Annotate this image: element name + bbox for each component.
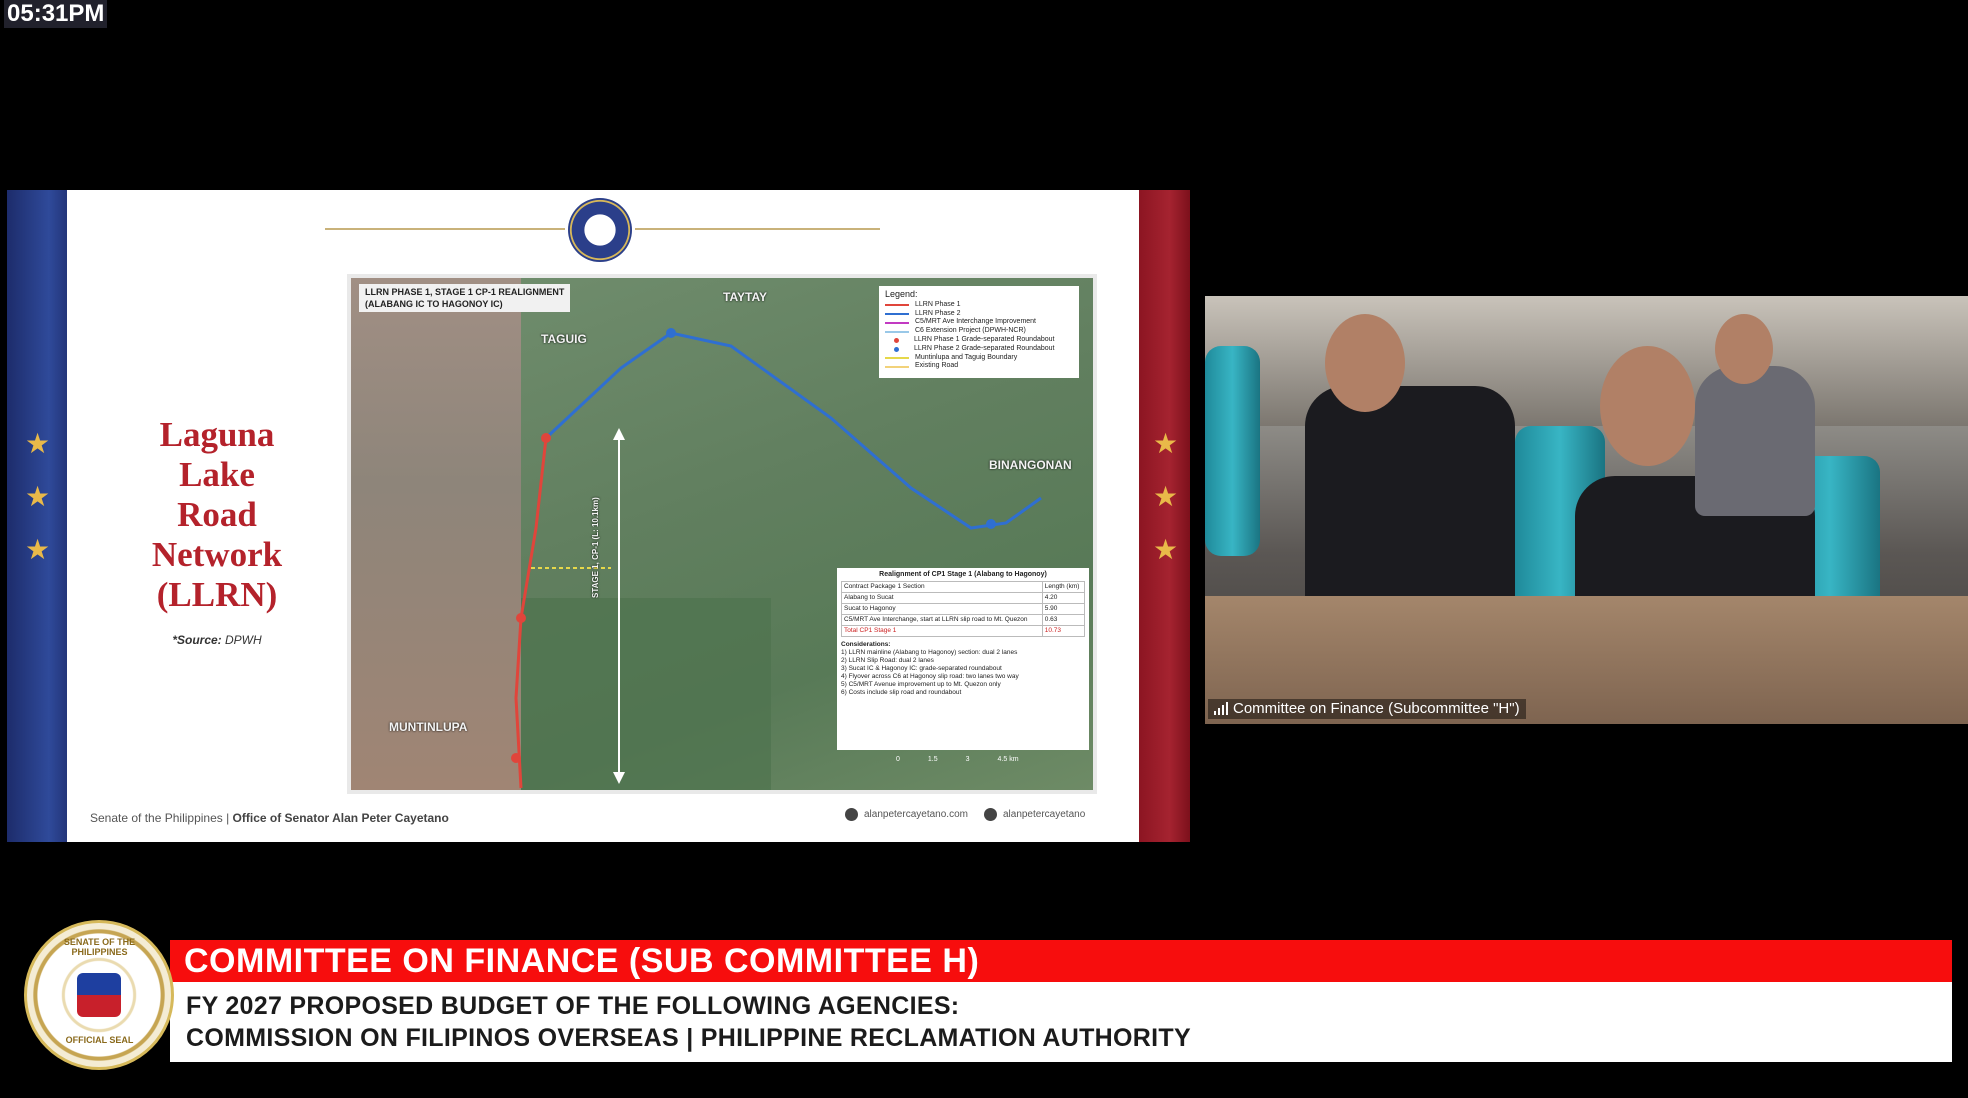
table-row-total: Total CP1 Stage 1 10.73 xyxy=(841,625,1086,637)
considerations-title: Considerations: xyxy=(841,641,891,648)
table-row: C5/MRT Ave Interchange, start at LLRN sl… xyxy=(841,614,1086,626)
video-person-background-head xyxy=(1715,314,1773,384)
legend-row: LLRN Phase 2 Grade-separated Roundabout xyxy=(885,345,1073,354)
star-icon: ★ xyxy=(1153,533,1179,566)
footer-office: Office of Senator Alan Peter Cayetano xyxy=(232,811,449,825)
star-icon: ★ xyxy=(1153,480,1179,513)
length-table: Contract Package 1 Section Length (km) A… xyxy=(841,581,1086,637)
footer-org: Senate of the Philippines | xyxy=(90,811,233,825)
phase1-route xyxy=(514,437,548,789)
seal-top-text: SENATE OF THE PHILIPPINES xyxy=(63,937,136,957)
map-title: LLRN PHASE 1, STAGE 1 CP-1 REALIGNMENT (… xyxy=(359,284,571,312)
map-scale: 0 1.5 3 4.5 km xyxy=(896,756,1019,763)
source-value: DPWH xyxy=(225,633,262,647)
alabang-ic-marker xyxy=(511,753,521,763)
consideration-item: 1) LLRN mainline (Alabang to Hagonoy) se… xyxy=(841,649,1018,656)
presentation-slide: ★ ★ ★ ★ ★ ★ Laguna Lake Road Network (LL… xyxy=(7,190,1190,842)
video-person-left-head xyxy=(1325,314,1405,412)
consideration-item: 2) LLRN Slip Road: dual 2 lanes xyxy=(841,657,934,664)
realignment-table: Realignment of CP1 Stage 1 (Alabang to H… xyxy=(837,568,1089,750)
binangonan-ic-marker xyxy=(986,519,996,529)
legend-row: Muntinlupa and Taguig Boundary xyxy=(885,354,1073,363)
stage-length-label: STAGE 1, CP-1 (L: 10.1km) xyxy=(591,497,600,598)
live-video-feed: Committee on Finance (Subcommittee "H") xyxy=(1205,296,1968,724)
slide-source: *Source: DPWH xyxy=(117,633,317,647)
star-icon: ★ xyxy=(25,427,51,460)
footer-website: alanpetercayetano.com xyxy=(864,809,968,820)
taytay-ic-marker xyxy=(666,328,676,338)
sucat-ic-marker xyxy=(516,613,526,623)
table-row: Sucat to Hagonoy 5.90 xyxy=(841,603,1086,615)
hagonoy-ic-marker xyxy=(541,433,551,443)
consideration-item: 3) Sucat IC & Hagonoy IC: grade-separate… xyxy=(841,665,1002,672)
facebook-icon xyxy=(983,808,997,821)
headline-text: COMMITTEE ON FINANCE (SUB COMMITTEE H) xyxy=(184,942,980,980)
seal-shield xyxy=(77,973,121,1017)
video-chair xyxy=(1205,346,1260,556)
legend-row: LLRN Phase 2 xyxy=(885,310,1073,319)
star-icon: ★ xyxy=(25,480,51,513)
llrn-map: LLRN PHASE 1, STAGE 1 CP-1 REALIGNMENT (… xyxy=(347,274,1097,794)
source-label: *Source: xyxy=(172,633,222,647)
table-row: Alabang to Sucat 4.20 xyxy=(841,592,1086,604)
video-person-right-head xyxy=(1600,346,1695,466)
place-label-taytay: TAYTAY xyxy=(723,290,768,304)
video-feed-label-text: Committee on Finance (Subcommittee "H") xyxy=(1233,700,1520,717)
video-person-background xyxy=(1695,366,1815,516)
globe-icon xyxy=(845,808,858,821)
slide-footer-links: alanpetercayetano.com alanpetercayetano xyxy=(845,808,1085,821)
minority-leader-seal-logo xyxy=(568,198,632,262)
place-label-taguig: TAGUIG xyxy=(541,332,587,346)
legend-row: C6 Extension Project (DPWH-NCR) xyxy=(885,327,1073,336)
considerations: Considerations: 1) LLRN mainline (Alaban… xyxy=(841,641,1085,697)
star-icon: ★ xyxy=(1153,427,1179,460)
legend-row: C5/MRT Ave Interchange Improvement xyxy=(885,318,1073,327)
slide-title: Laguna Lake Road Network (LLRN) xyxy=(151,415,283,614)
legend-row: Existing Road xyxy=(885,362,1073,371)
subtitle-line-2: COMMISSION ON FILIPINOS OVERSEAS | PHILI… xyxy=(186,1024,1191,1052)
star-icon: ★ xyxy=(25,533,51,566)
consideration-item: 6) Costs include slip road and roundabou… xyxy=(841,689,962,696)
seal-bottom-text: OFFICIAL SEAL xyxy=(65,1035,134,1045)
signal-bars-icon xyxy=(1214,702,1228,715)
table-header: Contract Package 1 Section xyxy=(841,581,1043,593)
consideration-item: 5) C5/MRT Avenue improvement up to Mt. Q… xyxy=(841,681,1001,688)
table-title: Realignment of CP1 Stage 1 (Alabang to H… xyxy=(879,571,1047,578)
slide-left-band xyxy=(7,190,67,842)
headline-bar: COMMITTEE ON FINANCE (SUB COMMITTEE H) xyxy=(170,940,1952,982)
slide-footer-credit: Senate of the Philippines | Office of Se… xyxy=(90,811,449,825)
subtitle-line-1: FY 2027 PROPOSED BUDGET OF THE FOLLOWING… xyxy=(186,992,960,1020)
legend-row: LLRN Phase 1 Grade-separated Roundabout xyxy=(885,336,1073,345)
place-label-binangonan: BINANGONAN xyxy=(989,458,1072,472)
subtitle-bar: FY 2027 PROPOSED BUDGET OF THE FOLLOWING… xyxy=(170,982,1952,1062)
legend-title: Legend: xyxy=(885,289,918,299)
legend-row: LLRN Phase 1 xyxy=(885,301,1073,310)
broadcast-clock: 05:31PM xyxy=(4,0,108,28)
place-label-muntinlupa: MUNTINLUPA xyxy=(389,720,468,734)
header-rule-left xyxy=(325,228,565,230)
map-legend: Legend: LLRN Phase 1 LLRN Phase 2 C5/MRT… xyxy=(879,286,1079,378)
header-rule-right xyxy=(635,228,880,230)
table-header: Length (km) xyxy=(1041,581,1086,593)
footer-social: alanpetercayetano xyxy=(1002,809,1086,820)
senate-official-seal-logo: SENATE OF THE PHILIPPINES OFFICIAL SEAL xyxy=(24,920,174,1070)
consideration-item: 4) Flyover across C6 at Hagonoy slip roa… xyxy=(841,673,1019,680)
slide-right-band xyxy=(1139,190,1190,842)
video-feed-label: Committee on Finance (Subcommittee "H") xyxy=(1208,699,1526,719)
